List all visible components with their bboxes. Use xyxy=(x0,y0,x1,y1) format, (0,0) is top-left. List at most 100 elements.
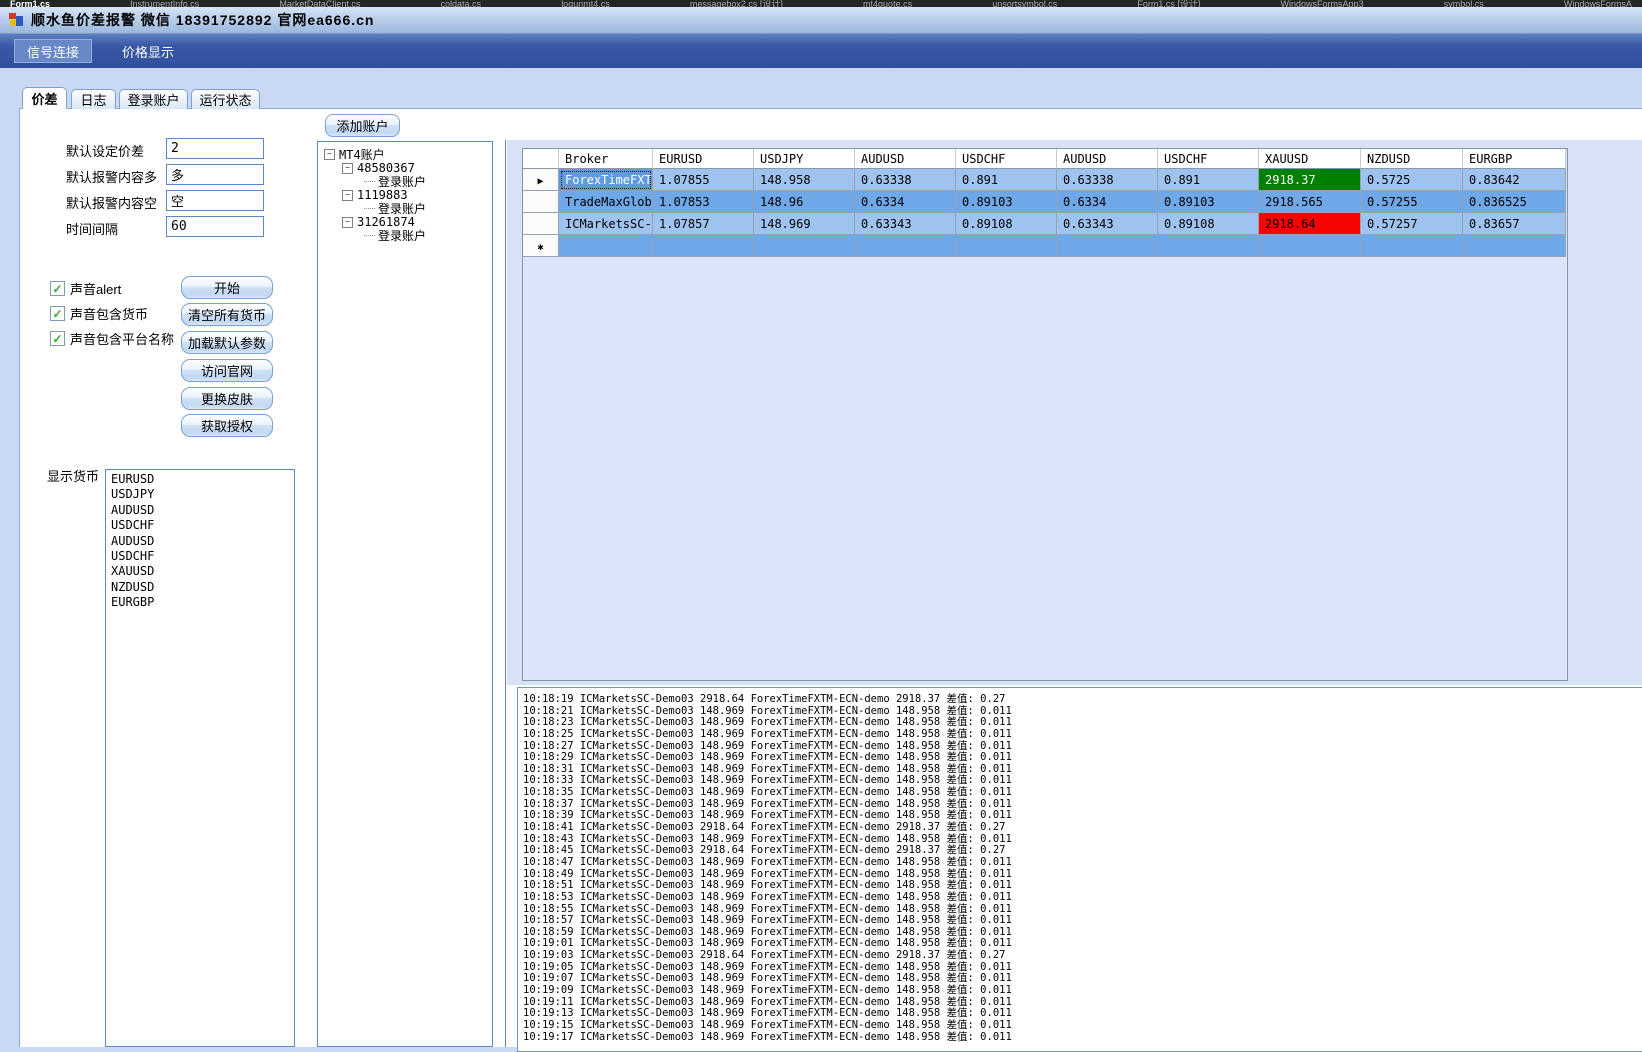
grid-cell-empty[interactable] xyxy=(1057,235,1158,257)
grid-cell[interactable]: 0.89103 xyxy=(956,191,1057,213)
grid-cell[interactable]: 0.63338 xyxy=(1057,169,1158,191)
tree-node[interactable]: 登录账户 xyxy=(318,175,492,189)
grid-cell-broker[interactable]: ICMarketsSC-... xyxy=(559,213,653,235)
vs-editor-tab[interactable]: symbol.cs xyxy=(1444,0,1484,7)
grid-cell-broker[interactable]: TradeMaxGlob... xyxy=(559,191,653,213)
action-button-1[interactable]: 开始 xyxy=(181,276,273,299)
add-account-button[interactable]: 添加账户 xyxy=(325,114,400,137)
grid-cell[interactable]: 2918.565 xyxy=(1259,191,1361,213)
grid-cell-empty[interactable] xyxy=(956,235,1057,257)
grid-cell[interactable]: 1.07857 xyxy=(653,213,754,235)
grid-cell[interactable]: 0.63343 xyxy=(855,213,956,235)
tree-expander-icon[interactable]: − xyxy=(342,190,353,201)
grid-cell-empty[interactable] xyxy=(1463,235,1566,257)
grid-cell[interactable]: 0.891 xyxy=(1158,169,1259,191)
vs-editor-tab[interactable]: Form1.cs [设计] xyxy=(1137,0,1200,7)
checkbox[interactable]: ✓ xyxy=(50,306,65,321)
grid-row-header[interactable] xyxy=(523,213,559,235)
grid-cell[interactable]: 148.969 xyxy=(754,213,855,235)
action-button-4[interactable]: 访问官网 xyxy=(181,359,273,382)
tree-node[interactable]: 登录账户 xyxy=(318,202,492,216)
vs-editor-tab[interactable]: mt4quote.cs xyxy=(863,0,912,7)
vs-editor-tab[interactable]: logunmt4.cs xyxy=(561,0,610,7)
log-textbox[interactable]: 10:18:19 ICMarketsSC-Demo03 2918.64 Fore… xyxy=(517,687,1642,1052)
vs-editor-tab[interactable]: InstrumentInfo.cs xyxy=(130,0,199,7)
list-item[interactable]: USDCHF xyxy=(106,549,294,564)
tree-expander-icon[interactable]: − xyxy=(324,149,335,160)
list-item[interactable]: AUDUSD xyxy=(106,534,294,549)
menu-item-2[interactable]: 价格显示 xyxy=(110,40,186,62)
field-input[interactable] xyxy=(166,164,264,185)
grid-cell-broker[interactable]: ForexTimeFXT... xyxy=(559,169,653,191)
grid-cell[interactable]: 2918.37 xyxy=(1259,169,1361,191)
grid-cell[interactable]: 0.83657 xyxy=(1463,213,1566,235)
grid-cell[interactable]: 148.958 xyxy=(754,169,855,191)
vs-editor-tab[interactable]: WindowsFormsApp3 xyxy=(1281,0,1364,7)
vs-editor-tab[interactable]: Form1.cs xyxy=(10,0,50,7)
vs-editor-tab[interactable]: WindowsFormsA xyxy=(1564,0,1632,7)
field-input[interactable] xyxy=(166,190,264,211)
account-treeview[interactable]: −MT4账户−48580367登录账户−1119883登录账户−31261874… xyxy=(317,141,493,1047)
grid-cell-empty[interactable] xyxy=(653,235,754,257)
checkbox[interactable]: ✓ xyxy=(50,331,65,346)
list-item[interactable]: USDCHF xyxy=(106,518,294,533)
grid-cell[interactable]: 0.57257 xyxy=(1361,213,1463,235)
grid-cell[interactable]: 0.83642 xyxy=(1463,169,1566,191)
grid-cell[interactable]: 2918.64 xyxy=(1259,213,1361,235)
grid-cell[interactable]: 0.89103 xyxy=(1158,191,1259,213)
tab-1[interactable]: 价差 xyxy=(22,87,67,109)
grid-cell[interactable]: 0.6334 xyxy=(1057,191,1158,213)
action-button-3[interactable]: 加载默认参数 xyxy=(181,331,273,354)
action-button-6[interactable]: 获取授权 xyxy=(181,414,273,437)
vs-editor-tab[interactable]: unsortsymbol.cs xyxy=(992,0,1057,7)
grid-cell[interactable]: 0.57255 xyxy=(1361,191,1463,213)
grid-column-header[interactable]: Broker xyxy=(559,149,653,169)
window-titlebar[interactable]: 顺水鱼价差报警 微信 18391752892 官网ea666.cn xyxy=(0,7,1642,34)
grid-column-header[interactable]: AUDUSD xyxy=(855,149,956,169)
tree-node[interactable]: 登录账户 xyxy=(318,229,492,243)
vs-editor-tab[interactable]: messagebox2.cs [设计] xyxy=(690,0,783,7)
grid-cell[interactable]: 1.07855 xyxy=(653,169,754,191)
grid-cell-empty[interactable] xyxy=(754,235,855,257)
grid-cell-empty[interactable] xyxy=(1361,235,1463,257)
list-item[interactable]: EURUSD xyxy=(106,472,294,487)
grid-cell[interactable]: 148.96 xyxy=(754,191,855,213)
grid-cell-empty[interactable] xyxy=(855,235,956,257)
grid-cell-empty[interactable] xyxy=(1259,235,1361,257)
grid-column-header[interactable]: EURGBP xyxy=(1463,149,1566,169)
grid-cell[interactable]: 0.836525 xyxy=(1463,191,1566,213)
vs-editor-tab[interactable]: MarketDataClient.cs xyxy=(279,0,360,7)
grid-column-header[interactable]: USDCHF xyxy=(956,149,1057,169)
tab-3[interactable]: 登录账户 xyxy=(119,89,188,109)
grid-cell[interactable]: 1.07853 xyxy=(653,191,754,213)
grid-new-row-header[interactable]: ✱ xyxy=(523,235,559,257)
field-input[interactable] xyxy=(166,138,264,159)
checkbox[interactable]: ✓ xyxy=(50,281,65,296)
grid-cell[interactable]: 0.6334 xyxy=(855,191,956,213)
tree-expander-icon[interactable]: − xyxy=(342,217,353,228)
grid-row-header[interactable] xyxy=(523,191,559,213)
tab-2[interactable]: 日志 xyxy=(71,89,116,109)
grid-cell[interactable]: 0.89108 xyxy=(1158,213,1259,235)
grid-column-header[interactable]: AUDUSD xyxy=(1057,149,1158,169)
tree-node[interactable]: −MT4账户 xyxy=(318,148,492,162)
currency-listbox[interactable]: EURUSDUSDJPYAUDUSDUSDCHFAUDUSDUSDCHFXAUU… xyxy=(105,469,295,1047)
menu-item-1[interactable]: 信号连接 xyxy=(14,39,92,63)
quotes-datagrid[interactable]: BrokerEURUSDUSDJPYAUDUSDUSDCHFAUDUSDUSDC… xyxy=(522,148,1568,681)
grid-cell[interactable]: 0.63343 xyxy=(1057,213,1158,235)
grid-column-header[interactable]: NZDUSD xyxy=(1361,149,1463,169)
list-item[interactable]: EURGBP xyxy=(106,595,294,610)
grid-column-header[interactable]: XAUUSD xyxy=(1259,149,1361,169)
list-item[interactable]: USDJPY xyxy=(106,487,294,502)
tree-expander-icon[interactable]: − xyxy=(342,163,353,174)
grid-cell-empty[interactable] xyxy=(559,235,653,257)
grid-cell[interactable]: 0.89108 xyxy=(956,213,1057,235)
grid-column-header[interactable]: EURUSD xyxy=(653,149,754,169)
action-button-2[interactable]: 清空所有货币 xyxy=(181,303,273,326)
grid-cell[interactable]: 0.5725 xyxy=(1361,169,1463,191)
tab-4[interactable]: 运行状态 xyxy=(191,89,260,109)
grid-cell-empty[interactable] xyxy=(1158,235,1259,257)
list-item[interactable]: AUDUSD xyxy=(106,503,294,518)
grid-row-header[interactable]: ▶ xyxy=(523,169,559,191)
action-button-5[interactable]: 更换皮肤 xyxy=(181,387,273,410)
